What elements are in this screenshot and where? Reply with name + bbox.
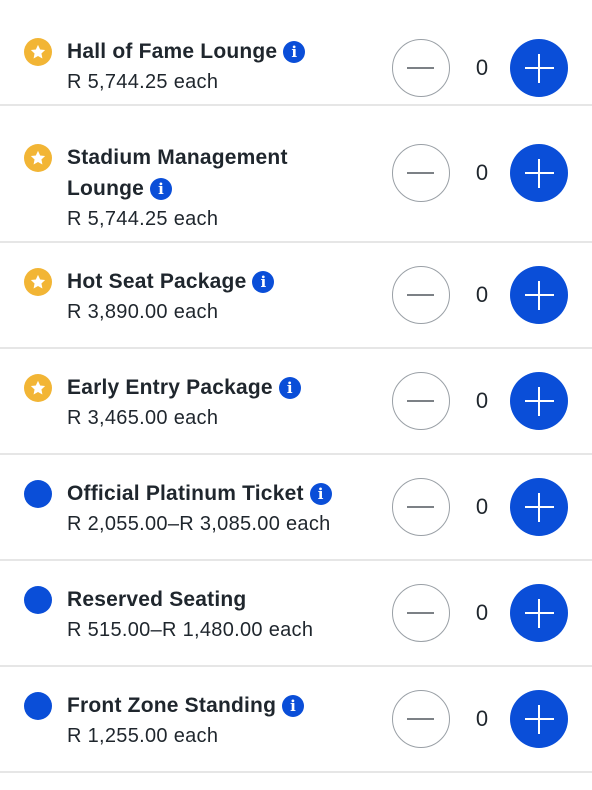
star-icon — [24, 38, 52, 66]
increment-button[interactable] — [510, 39, 568, 97]
info-icon[interactable]: i — [283, 41, 306, 63]
minus-icon — [407, 171, 434, 174]
ticket-price: R 515.00–R 1,480.00 each — [67, 619, 314, 641]
decrement-button[interactable] — [392, 690, 450, 748]
ticket-row-front-zone-standing: Front Zone Standing i R 1,255.00 each 0 — [0, 667, 592, 773]
quantity-value: 0 — [475, 160, 489, 185]
minus-icon — [407, 611, 434, 614]
minus-icon — [407, 293, 434, 296]
ticket-price: R 3,890.00 each — [67, 301, 219, 323]
quantity-value: 0 — [475, 600, 489, 625]
ticket-row-hot-seat-package: Hot Seat Package i R 3,890.00 each 0 — [0, 243, 592, 349]
ticket-row-stadium-management-lounge: Stadium Management Lounge i R 5,744.25 ea… — [0, 106, 592, 243]
dot-icon — [24, 480, 52, 508]
ticket-info: Hall of Fame Lounge i R 5,744.25 each — [67, 36, 377, 97]
ticket-price: R 5,744.25 each — [67, 208, 219, 230]
quantity-value: 0 — [475, 55, 489, 80]
ticket-row-reserved-seating: Reserved Seating R 515.00–R 1,480.00 eac… — [0, 561, 592, 667]
increment-button[interactable] — [510, 266, 568, 324]
minus-icon — [407, 399, 434, 402]
decrement-button[interactable] — [392, 478, 450, 536]
info-icon[interactable]: i — [150, 178, 173, 200]
increment-button[interactable] — [510, 144, 568, 202]
minus-icon — [407, 505, 434, 508]
increment-button[interactable] — [510, 478, 568, 536]
info-icon[interactable]: i — [282, 695, 305, 717]
ticket-name: Stadium Management — [67, 146, 288, 169]
info-icon[interactable]: i — [252, 271, 275, 293]
ticket-name: Official Platinum Ticket i — [67, 478, 377, 509]
star-icon — [24, 144, 52, 172]
decrement-button[interactable] — [392, 584, 450, 642]
increment-button[interactable] — [510, 584, 568, 642]
ticket-info: Early Entry Package i R 3,465.00 each — [67, 372, 377, 433]
ticket-list: Hall of Fame Lounge i R 5,744.25 each 0 S… — [0, 0, 592, 773]
ticket-info: Reserved Seating R 515.00–R 1,480.00 eac… — [67, 584, 377, 645]
ticket-name: Hall of Fame Lounge i — [67, 36, 377, 67]
ticket-price: R 5,744.25 each — [67, 71, 219, 93]
ticket-info: Front Zone Standing i R 1,255.00 each — [67, 690, 377, 751]
decrement-button[interactable] — [392, 372, 450, 430]
ticket-name-line2: Lounge i — [67, 173, 377, 204]
quantity-value: 0 — [475, 706, 489, 731]
ticket-row-early-entry-package: Early Entry Package i R 3,465.00 each 0 — [0, 349, 592, 455]
ticket-price: R 2,055.00–R 3,085.00 each — [67, 513, 331, 535]
ticket-name: Early Entry Package i — [67, 372, 377, 403]
decrement-button[interactable] — [392, 39, 450, 97]
dot-icon — [24, 692, 52, 720]
ticket-row-official-platinum-ticket: Official Platinum Ticket i R 2,055.00–R 3… — [0, 455, 592, 561]
info-icon[interactable]: i — [278, 377, 301, 399]
info-icon[interactable]: i — [309, 483, 332, 505]
star-icon — [24, 374, 52, 402]
ticket-info: Stadium Management Lounge i R 5,744.25 ea… — [67, 142, 377, 234]
increment-button[interactable] — [510, 690, 568, 748]
ticket-name: Front Zone Standing i — [67, 690, 377, 721]
quantity-value: 0 — [475, 282, 489, 307]
decrement-button[interactable] — [392, 144, 450, 202]
ticket-info: Official Platinum Ticket i R 2,055.00–R 3… — [67, 478, 377, 539]
ticket-name: Hot Seat Package i — [67, 266, 377, 297]
ticket-row-hall-of-fame-lounge: Hall of Fame Lounge i R 5,744.25 each 0 — [0, 0, 592, 106]
ticket-name: Reserved Seating — [67, 588, 247, 611]
minus-icon — [407, 66, 434, 69]
ticket-info: Hot Seat Package i R 3,890.00 each — [67, 266, 377, 327]
minus-icon — [407, 717, 434, 720]
ticket-price: R 3,465.00 each — [67, 407, 219, 429]
dot-icon — [24, 586, 52, 614]
quantity-value: 0 — [475, 494, 489, 519]
ticket-price: R 1,255.00 each — [67, 725, 219, 747]
star-icon — [24, 268, 52, 296]
decrement-button[interactable] — [392, 266, 450, 324]
increment-button[interactable] — [510, 372, 568, 430]
quantity-value: 0 — [475, 388, 489, 413]
